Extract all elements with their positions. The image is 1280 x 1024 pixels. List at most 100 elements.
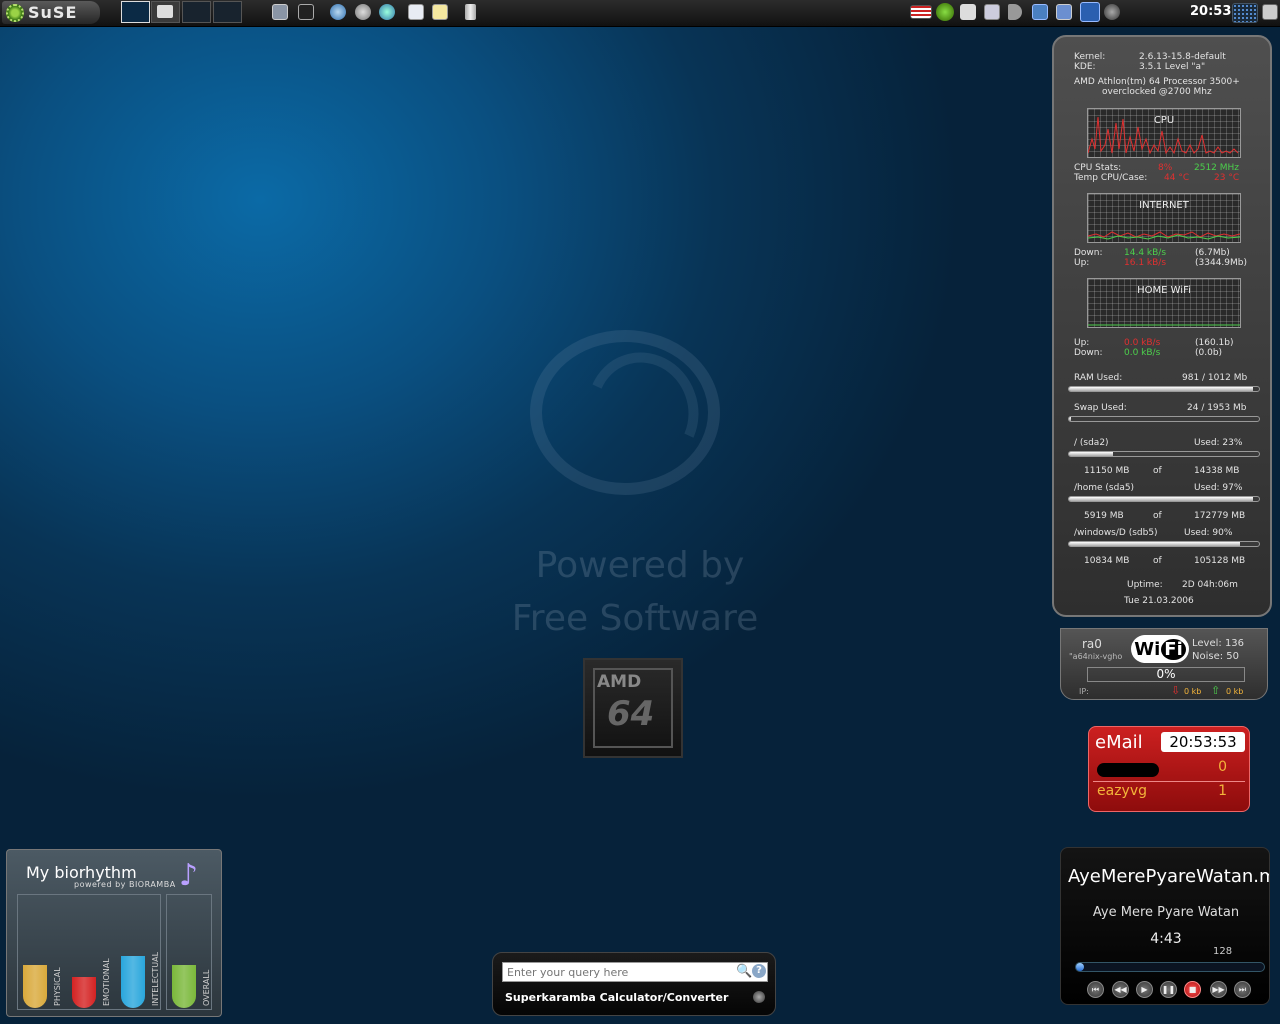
panel-clock[interactable]: 20:53 [1190, 4, 1231, 19]
email-clock: 20:53:53 [1161, 732, 1245, 752]
display-icon[interactable] [1056, 4, 1072, 20]
forward-button[interactable]: ▶▶ [1210, 981, 1227, 998]
wifi-down-label: Down: [1074, 348, 1103, 358]
disk-name: /windows/D (sdb5) [1074, 528, 1158, 538]
system-monitor-widget: Kernel: 2.6.13-15.8-default KDE: 3.5.1 L… [1052, 35, 1272, 617]
biorhythm-powered: powered by BIORAMBA [74, 880, 176, 889]
wifi-widget: ra0 "a64nix-vgho Wi Fi Level: 136 Noise: … [1060, 628, 1268, 700]
first-track-button[interactable]: ⏮ [1087, 981, 1104, 998]
wifi-signal-text: 0% [1156, 667, 1176, 681]
biorhythm-bar-physical [23, 965, 47, 1008]
internet-graph: INTERNET [1087, 193, 1241, 243]
inet-down-total: (6.7Mb) [1195, 248, 1230, 258]
kmenu-label: SuSE [28, 3, 78, 22]
network-manager-icon[interactable] [1032, 4, 1048, 20]
cpu-graph-line [1088, 116, 1239, 155]
klipper-icon[interactable] [1080, 2, 1100, 22]
biorhythm-label-emotional: EMOTIONAL [102, 958, 111, 1006]
kde-panel: SuSE 20:53 [0, 0, 1280, 27]
download-arrow-icon: ⇩ [1171, 684, 1181, 697]
us-flag-icon[interactable] [910, 5, 932, 19]
play-button[interactable]: ▶ [1136, 981, 1153, 998]
ram-value: 981 / 1012 Mb [1182, 373, 1248, 383]
update-icon[interactable] [936, 3, 954, 21]
pause-button[interactable]: ❚❚ [1160, 981, 1177, 998]
email-widget[interactable]: eMail 20:53:53 0 eazyvg 1 [1088, 726, 1250, 812]
ram-bar [1068, 386, 1260, 392]
wifi-down-rate: 0.0 kB/s [1124, 348, 1161, 358]
media-player-widget: AyeMerePyareWatan.m Aye Mere Pyare Watan… [1060, 847, 1270, 1005]
disk-used-mb: 10834 MB [1084, 556, 1130, 566]
temp-cpu: 44 °C [1164, 173, 1190, 183]
monitor-icon[interactable] [272, 4, 288, 20]
temp-case: 23 °C [1214, 173, 1240, 183]
track-bitrate: 128 [1213, 946, 1233, 957]
status-led-icon[interactable] [753, 991, 765, 1003]
desktop-pager-2[interactable] [151, 1, 180, 23]
wifi-ip-label: IP: [1079, 687, 1089, 696]
email-account-row[interactable]: eazyvg 1 [1097, 783, 1243, 799]
cpu-stats-mhz: 2512 MHz [1194, 163, 1240, 173]
suse-gecko-icon [6, 3, 24, 22]
last-track-button[interactable]: ⏭ [1234, 981, 1251, 998]
amd-brand-text: AMD [597, 672, 642, 692]
wifi-graph: HOME WiFi [1087, 278, 1241, 328]
inet-down-rate: 14.4 kB/s [1124, 248, 1167, 258]
wifi-level: Level: 136 [1192, 638, 1245, 649]
rewind-button[interactable]: ◀◀ [1112, 981, 1129, 998]
kernel-label: Kernel: [1074, 52, 1106, 62]
desktop-pager-4[interactable] [213, 1, 242, 23]
search-icon[interactable]: 🔍 [736, 964, 752, 979]
swap-bar [1068, 416, 1260, 422]
document-icon[interactable] [408, 4, 424, 20]
calendar-icon[interactable] [984, 4, 1000, 20]
calculator-widget: 🔍 ? Superkaramba Calculator/Converter [492, 952, 776, 1016]
redacted-account-name [1097, 763, 1159, 777]
disk-total-mb: 172779 MB [1194, 511, 1246, 521]
disk-used-mb: 5919 MB [1084, 511, 1124, 521]
track-filename: AyeMerePyareWatan.m [1068, 866, 1270, 887]
desktop-pager-3[interactable] [182, 1, 211, 23]
disk-name: /home (sda5) [1074, 483, 1135, 493]
calculator-query-input[interactable] [502, 962, 768, 982]
terminal-icon[interactable] [298, 4, 314, 20]
cpu-stats-pct: 8% [1158, 163, 1173, 173]
kmenu-button[interactable]: SuSE [2, 1, 100, 24]
network-icon[interactable] [355, 4, 371, 20]
trash-icon[interactable] [465, 4, 476, 20]
desktop-pager-1[interactable] [121, 1, 150, 23]
kde-label: KDE: [1074, 62, 1096, 72]
edit-icon[interactable] [1262, 4, 1278, 20]
help-icon[interactable]: ? [752, 964, 766, 978]
temp-label: Temp CPU/Case: [1074, 173, 1148, 183]
biorhythm-widget: My biorhythm powered by BIORAMBA ♪ PHYSI… [6, 849, 222, 1017]
music-note-icon: ♪ [179, 858, 199, 893]
satellite-icon[interactable] [1104, 4, 1120, 20]
disk-bar-sda5 [1068, 496, 1260, 502]
stop-button[interactable]: ■ [1184, 981, 1201, 998]
wifi-up: 0 kb [1226, 687, 1244, 696]
volume-icon[interactable] [1008, 4, 1022, 20]
biorhythm-label-overall: OVERALL [202, 969, 211, 1006]
clipboard-icon[interactable] [960, 4, 976, 20]
kopete-icon[interactable] [379, 4, 395, 20]
biorhythm-bar-overall [172, 965, 196, 1008]
wifi-up-total: (160.1b) [1195, 338, 1234, 348]
swap-value: 24 / 1953 Mb [1187, 403, 1247, 413]
wallpaper-text-free-software: Free Software [511, 598, 759, 639]
email-count: 0 [1218, 759, 1227, 775]
cpu-note: overclocked @2700 Mhz [1102, 87, 1212, 97]
system-load-icon[interactable] [1232, 3, 1258, 23]
track-progress-bar[interactable] [1075, 962, 1265, 972]
biorhythm-label-intellectual: INTELECTUAL [151, 951, 160, 1006]
wifi-noise: Noise: 50 [1192, 651, 1240, 662]
kde-value: 3.5.1 Level "a" [1139, 62, 1206, 72]
wifi-down-total: (0.0b) [1195, 348, 1223, 358]
amd-model-text: 64 [607, 694, 655, 734]
biorhythm-bar-emotional [72, 977, 96, 1008]
disk-used-pct: Used: 90% [1184, 528, 1233, 538]
editor-icon[interactable] [432, 4, 448, 20]
track-time: 4:43 [1150, 931, 1182, 947]
inet-down-label: Down: [1074, 248, 1103, 258]
konqueror-icon[interactable] [330, 4, 346, 20]
